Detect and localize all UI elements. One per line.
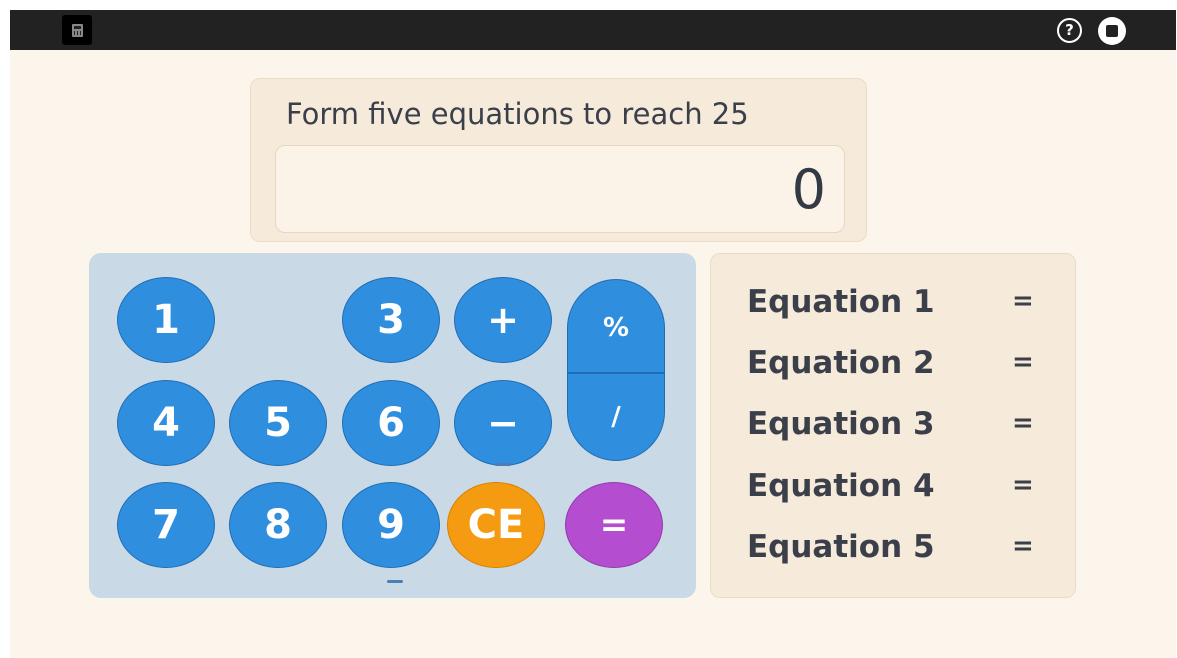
key-1[interactable]: 1 <box>117 277 215 363</box>
key-9[interactable]: 9 <box>342 482 440 568</box>
equation-label: Equation 2 <box>747 345 935 381</box>
help-icon[interactable]: ? <box>1057 18 1082 43</box>
key-minus[interactable]: − <box>454 380 552 466</box>
equation-sign: = <box>1012 347 1034 377</box>
equation-row: Equation 2 = <box>747 345 1047 385</box>
equation-label: Equation 5 <box>747 529 935 565</box>
equation-label: Equation 3 <box>747 406 935 442</box>
equation-label: Equation 1 <box>747 284 935 320</box>
display-value: 0 <box>791 158 826 221</box>
keypad: 1 3 + 4 5 6 − 7 8 9 CE = % / <box>89 253 696 598</box>
key-divide[interactable]: / <box>568 374 664 460</box>
prompt-panel: Form five equations to reach 25 0 <box>250 78 867 242</box>
key-5[interactable]: 5 <box>229 380 327 466</box>
equation-row: Equation 3 = <box>747 406 1047 446</box>
key-8[interactable]: 8 <box>229 482 327 568</box>
prompt-title: Form five equations to reach 25 <box>286 97 749 131</box>
key-shadow-mark <box>387 580 403 583</box>
key-shadow-mark <box>495 463 511 466</box>
key-plus[interactable]: + <box>454 277 552 363</box>
equation-sign: = <box>1012 470 1034 500</box>
equation-sign: = <box>1012 286 1034 316</box>
equation-label: Equation 4 <box>747 468 935 504</box>
operator-pill: % / <box>567 279 665 461</box>
equation-sign: = <box>1012 531 1034 561</box>
calculator-display: 0 <box>275 145 845 233</box>
key-6[interactable]: 6 <box>342 380 440 466</box>
stop-icon[interactable] <box>1098 17 1126 45</box>
equation-row: Equation 5 = <box>747 529 1047 569</box>
equation-sign: = <box>1012 408 1034 438</box>
equation-row: Equation 4 = <box>747 468 1047 508</box>
equation-row: Equation 1 = <box>747 284 1047 324</box>
key-7[interactable]: 7 <box>117 482 215 568</box>
key-4[interactable]: 4 <box>117 380 215 466</box>
equations-panel: Equation 1 = Equation 2 = Equation 3 = E… <box>710 253 1076 598</box>
key-3[interactable]: 3 <box>342 277 440 363</box>
key-percent[interactable]: % <box>568 280 664 372</box>
app-window: ? Form five equations to reach 25 0 1 3 … <box>10 10 1176 658</box>
calculator-glyph <box>72 24 83 37</box>
top-bar: ? <box>10 10 1176 50</box>
clear-entry-button[interactable]: CE <box>447 482 545 568</box>
equals-button[interactable]: = <box>565 482 663 568</box>
calculator-icon[interactable] <box>62 15 92 45</box>
